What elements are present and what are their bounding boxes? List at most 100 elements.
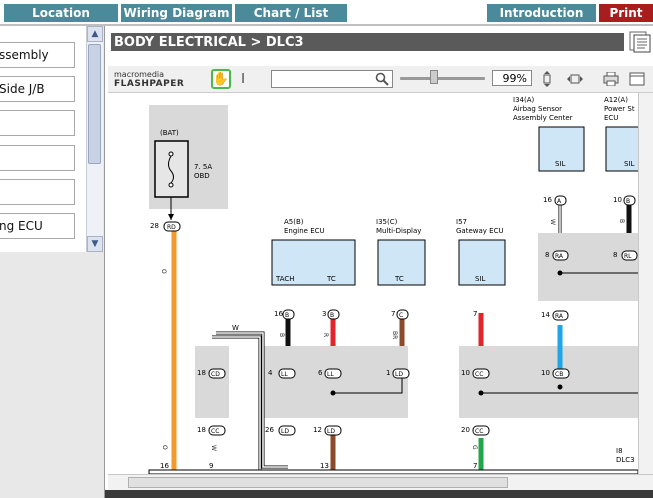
pin-name: SIL — [624, 160, 635, 168]
list-scrollbar[interactable]: ▲ ▼ — [86, 26, 103, 252]
document-icon[interactable] — [626, 31, 652, 53]
page-title: BODY ELECTRICAL > DLC3 — [111, 33, 624, 51]
list-item[interactable] — [0, 179, 75, 205]
component-name: Airbag Sensor — [513, 105, 562, 113]
list-scroll-thumb[interactable] — [88, 44, 101, 164]
connector-code: I8 — [616, 447, 623, 455]
pin-number: 8 — [613, 251, 617, 259]
zoom-slider[interactable] — [400, 77, 485, 80]
pin-number: 4 — [268, 369, 273, 377]
pin-number: 26 — [265, 426, 274, 434]
wiring-diagram: (BAT) 7. 5A OBD A5(B) Engine ECU TACH TC… — [108, 93, 638, 474]
fuse-rating: 7. 5A — [194, 163, 212, 171]
component-name: Multi-Display — [376, 227, 421, 235]
status-strip — [105, 490, 653, 498]
flashpaper-logo: macromedia FLASHPAPER — [114, 70, 185, 89]
pin-label: RD — [167, 224, 176, 231]
component-list: ssembly Side J/B ng ECU — [0, 26, 86, 252]
pin-label: LL — [327, 371, 334, 378]
pin-number: 7 — [473, 462, 477, 470]
pin-number: 10 — [613, 196, 622, 204]
wire-color-letter: B — [278, 333, 285, 337]
pin-number: 8 — [545, 251, 549, 259]
zoom-slider-thumb[interactable] — [430, 70, 438, 84]
wire-color-letter: R — [322, 333, 329, 337]
wire-color-letter: G — [471, 445, 478, 450]
pin-label: CD — [211, 371, 220, 378]
wire-color-letter: BR — [391, 331, 398, 339]
pin-label: LL — [281, 371, 288, 378]
component-name: Assembly Center — [513, 114, 573, 122]
component-name: ECU — [604, 114, 618, 122]
tab-wiring-diagram[interactable]: Wiring Diagram — [121, 4, 232, 22]
top-nav-bar: Location Wiring Diagram Chart / List Int… — [0, 0, 653, 26]
flashpaper-toolbar: macromedia FLASHPAPER ✋ I 99% — [108, 66, 653, 93]
list-item[interactable]: Side J/B — [0, 76, 75, 102]
pin-number: 13 — [320, 462, 329, 470]
pin-number: 7 — [473, 310, 477, 318]
scroll-down-icon[interactable]: ▼ — [87, 236, 103, 252]
pin-label: RA — [555, 253, 564, 260]
pin-number: 18 — [197, 426, 206, 434]
list-item[interactable]: ssembly — [0, 42, 75, 68]
wire-color-letter: B — [618, 219, 625, 223]
component-name: Engine ECU — [284, 227, 325, 235]
zoom-level-field[interactable]: 99% — [492, 70, 532, 86]
scroll-up-icon[interactable]: ▲ — [87, 26, 103, 42]
pin-label: CC — [475, 428, 483, 435]
menu-icon[interactable] — [628, 70, 646, 88]
tab-chart-list[interactable]: Chart / List — [235, 4, 347, 22]
pin-name: TC — [326, 275, 336, 283]
pin-name: TACH — [275, 275, 295, 283]
horizontal-scroll-thumb[interactable] — [128, 477, 508, 488]
list-item-label: Side J/B — [0, 82, 45, 96]
list-item[interactable] — [0, 145, 75, 171]
diagram-horizontal-scrollbar[interactable] — [108, 474, 653, 491]
pin-label: CC — [475, 371, 483, 378]
wire-color-letter: W — [210, 445, 217, 451]
search-icon[interactable] — [372, 69, 392, 89]
pin-number: 16 — [274, 310, 283, 318]
text-select-icon[interactable]: I — [236, 69, 250, 89]
component-code: A12(A) — [604, 96, 628, 104]
pin-number: 6 — [318, 369, 323, 377]
fuse-name: OBD — [194, 172, 210, 180]
component-code: I57 — [456, 218, 467, 226]
pin-label: LD — [281, 428, 289, 435]
hand-tool-icon[interactable]: ✋ — [211, 69, 231, 89]
pin-number: 18 — [197, 369, 206, 377]
pin-number: 7 — [391, 310, 395, 318]
pin-label: LD — [395, 371, 403, 378]
tab-introduction[interactable]: Introduction — [487, 4, 596, 22]
pin-name: SIL — [555, 160, 566, 168]
print-icon[interactable] — [602, 70, 620, 88]
fit-height-icon[interactable] — [538, 70, 556, 88]
wire-color-letter: O — [161, 445, 168, 450]
pin-label: RL — [624, 253, 632, 260]
pin-label: B — [330, 312, 334, 319]
list-item[interactable] — [0, 110, 75, 136]
document-viewer: BODY ELECTRICAL > DLC3 macromedia FLASHPA… — [104, 26, 653, 498]
pin-label: CB — [555, 371, 563, 378]
list-item-label: ssembly — [0, 48, 49, 62]
pin-number: 3 — [322, 310, 326, 318]
wire-color-letter: O — [160, 269, 167, 274]
print-button[interactable]: Print — [599, 4, 653, 22]
pin-number: 16 — [543, 196, 552, 204]
list-item[interactable]: ng ECU — [0, 213, 75, 239]
bat-label: (BAT) — [160, 129, 179, 137]
component-code: A5(B) — [284, 218, 304, 226]
diagram-vertical-scrollbar[interactable] — [638, 93, 653, 474]
pin-label: LD — [327, 428, 335, 435]
component-name: Gateway ECU — [456, 227, 504, 235]
pin-number: 1 — [386, 369, 390, 377]
pin-label: B — [285, 312, 289, 319]
pin-name: TC — [394, 275, 404, 283]
component-code: I35(C) — [376, 218, 398, 226]
fit-width-icon[interactable] — [566, 70, 584, 88]
wire-color-letter: W — [549, 219, 556, 225]
tab-location[interactable]: Location — [4, 4, 118, 22]
pin-label: CC — [211, 428, 219, 435]
pin-label: RA — [555, 313, 564, 320]
component-code: I34(A) — [513, 96, 534, 104]
